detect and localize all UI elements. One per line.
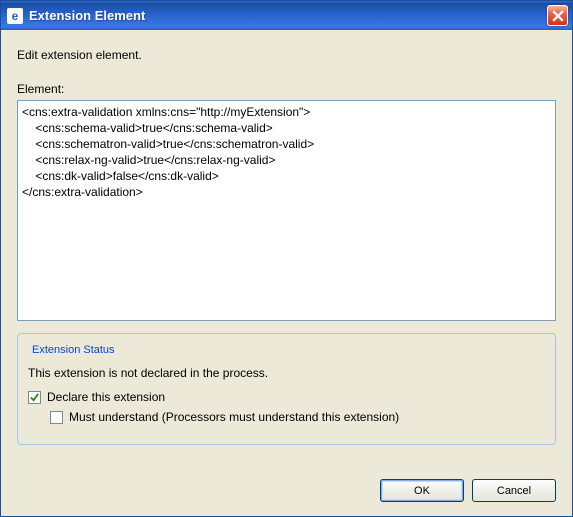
cancel-button[interactable]: Cancel	[472, 479, 556, 502]
element-textarea-wrap	[17, 100, 556, 321]
dialog-content: Edit extension element. Element: Extensi…	[1, 30, 572, 516]
dialog-window: e Extension Element Edit extension eleme…	[0, 0, 573, 517]
app-icon: e	[7, 8, 23, 24]
must-understand-row: Must understand (Processors must underst…	[50, 410, 545, 424]
window-title: Extension Element	[29, 8, 547, 23]
instruction-text: Edit extension element.	[17, 48, 556, 62]
titlebar: e Extension Element	[1, 1, 572, 30]
close-icon	[552, 10, 564, 22]
declare-extension-label: Declare this extension	[47, 390, 165, 404]
must-understand-checkbox[interactable]	[50, 411, 63, 424]
close-button[interactable]	[547, 5, 568, 26]
extension-status-text: This extension is not declared in the pr…	[28, 366, 545, 380]
ok-button[interactable]: OK	[380, 479, 464, 502]
element-textarea[interactable]	[17, 100, 556, 321]
element-label: Element:	[17, 82, 556, 96]
button-row: OK Cancel	[17, 451, 556, 502]
declare-extension-row: Declare this extension	[28, 390, 545, 404]
declare-extension-checkbox[interactable]	[28, 391, 41, 404]
extension-status-legend: Extension Status	[28, 344, 119, 356]
must-understand-label: Must understand (Processors must underst…	[69, 410, 399, 424]
extension-status-group: Extension Status This extension is not d…	[17, 333, 556, 445]
